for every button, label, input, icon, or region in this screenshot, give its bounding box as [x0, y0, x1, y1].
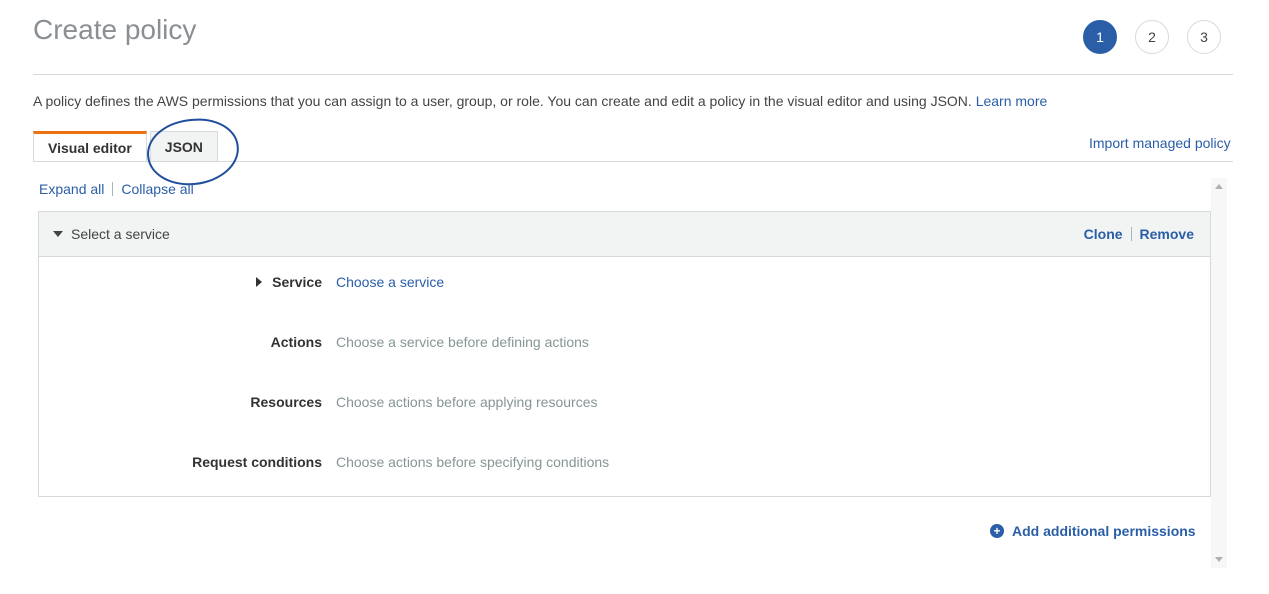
description-text: A policy defines the AWS permissions tha…: [33, 93, 972, 109]
step-3[interactable]: 3: [1187, 20, 1221, 54]
remove-link[interactable]: Remove: [1140, 226, 1194, 242]
service-label[interactable]: Service: [39, 274, 322, 290]
collapse-all-link[interactable]: Collapse all: [121, 181, 193, 197]
page-title: Create policy: [33, 14, 197, 45]
import-managed-policy-link[interactable]: Import managed policy: [1089, 135, 1231, 151]
separator: [1130, 227, 1132, 241]
request-conditions-label: Request conditions: [192, 454, 322, 470]
resources-label: Resources: [250, 394, 322, 410]
actions-placeholder: Choose a service before defining actions: [336, 334, 589, 350]
scroll-up-icon[interactable]: [1215, 184, 1223, 189]
request-conditions-placeholder: Choose actions before specifying conditi…: [336, 454, 610, 470]
caret-down-icon: [53, 231, 63, 237]
service-label-text: Service: [272, 274, 322, 290]
resources-placeholder: Choose actions before applying resources: [336, 394, 598, 410]
panel-header-title: Select a service: [71, 226, 170, 242]
scroll-down-icon[interactable]: [1215, 557, 1223, 562]
editor-tabs: Visual editor JSON: [33, 131, 221, 162]
vertical-scrollbar[interactable]: [1211, 178, 1227, 568]
panel-toggle[interactable]: Select a service: [53, 226, 170, 242]
add-additional-permissions-button[interactable]: + Add additional permissions: [990, 523, 1196, 539]
plus-circle-icon: +: [990, 524, 1004, 538]
add-permissions-label: Add additional permissions: [1012, 523, 1196, 539]
caret-right-icon: [256, 277, 263, 287]
panel-header: Select a service Clone Remove: [39, 212, 1210, 257]
expand-collapse-controls: Expand all Collapse all: [39, 181, 194, 197]
create-policy-page: Create policy 1 2 3 A policy defines the…: [0, 0, 1269, 594]
step-2[interactable]: 2: [1135, 20, 1169, 54]
title-divider: [33, 74, 1233, 75]
panel-actions: Clone Remove: [1084, 226, 1194, 242]
learn-more-link[interactable]: Learn more: [976, 93, 1048, 109]
actions-row: Actions Choose a service before defining…: [39, 334, 1210, 350]
separator: [112, 182, 114, 196]
policy-description: A policy defines the AWS permissions tha…: [33, 93, 1047, 109]
permission-panel: Select a service Clone Remove Service Ch…: [38, 211, 1211, 497]
tab-visual-editor[interactable]: Visual editor: [33, 131, 147, 162]
step-1[interactable]: 1: [1083, 20, 1117, 54]
request-conditions-row: Request conditions Choose actions before…: [39, 454, 1210, 470]
actions-label: Actions: [270, 334, 322, 350]
expand-all-link[interactable]: Expand all: [39, 181, 104, 197]
tabs-divider: [33, 161, 1233, 162]
tab-json[interactable]: JSON: [149, 131, 218, 161]
wizard-steps: 1 2 3: [1083, 20, 1239, 54]
clone-link[interactable]: Clone: [1084, 226, 1123, 242]
resources-row: Resources Choose actions before applying…: [39, 394, 1210, 410]
choose-service-link[interactable]: Choose a service: [336, 274, 444, 290]
service-row: Service Choose a service: [39, 274, 1210, 290]
